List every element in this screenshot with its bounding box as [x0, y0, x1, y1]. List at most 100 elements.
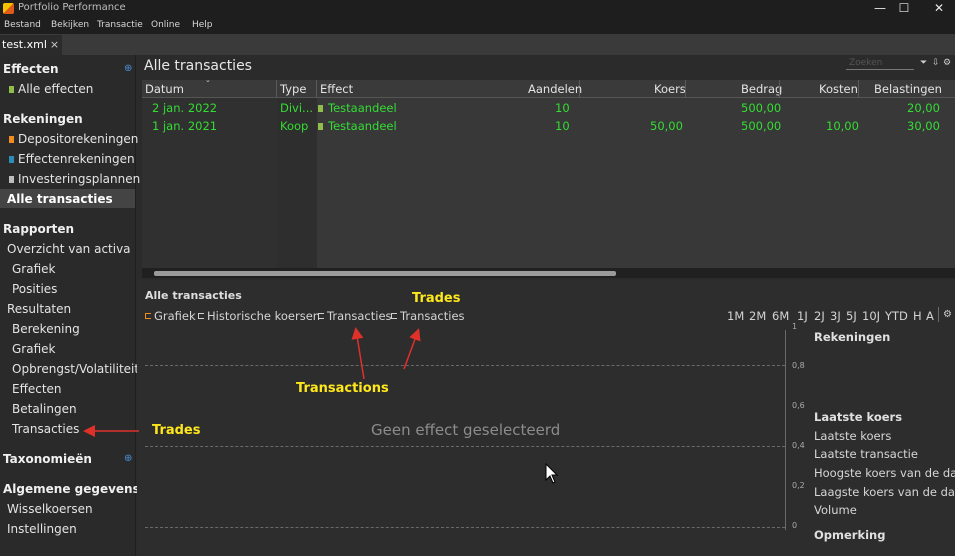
- range-3j[interactable]: 3J: [830, 309, 841, 323]
- column-divider[interactable]: [316, 80, 317, 98]
- cell-aandelen[interactable]: 10: [555, 101, 570, 115]
- menu-help[interactable]: Help: [192, 20, 213, 30]
- deposit-account-icon: [9, 136, 14, 143]
- cell-effect[interactable]: Testaandeel: [318, 101, 397, 115]
- column-divider[interactable]: [685, 80, 686, 98]
- cell-bedrag[interactable]: 500,00: [741, 101, 781, 115]
- chart-gridline: [145, 365, 785, 366]
- column-header-type[interactable]: Type: [280, 82, 306, 96]
- y-tick-label: 0,4: [792, 441, 805, 450]
- column-header-aandelen[interactable]: Aandelen: [528, 82, 582, 96]
- range-10j[interactable]: 10J: [862, 309, 880, 323]
- sidebar-item-overzicht-van-activa[interactable]: Overzicht van activa: [7, 242, 131, 256]
- sidebar-item-resultaten[interactable]: Resultaten: [7, 302, 71, 316]
- sidebar-item-alle-effecten[interactable]: Alle effecten: [9, 82, 93, 96]
- sidebar-item-grafiek-resultaten[interactable]: Grafiek: [12, 342, 55, 356]
- chart-settings-gear-icon[interactable]: ⚙: [943, 309, 952, 320]
- cell-datum[interactable]: 2 jan. 2022: [152, 101, 217, 115]
- range-a[interactable]: A: [926, 309, 934, 323]
- column-header-effect[interactable]: Effect: [320, 82, 353, 96]
- sidebar-item-betalingen[interactable]: Betalingen: [12, 402, 77, 416]
- column-header-bedrag[interactable]: Bedrag: [741, 82, 782, 96]
- sidebar-section-taxonomieen[interactable]: Taxonomieën: [3, 452, 92, 466]
- sidebar-section-rekeningen[interactable]: Rekeningen: [3, 112, 83, 126]
- column-header-kosten[interactable]: Kosten: [819, 82, 858, 96]
- cell-type[interactable]: Koop: [280, 119, 308, 133]
- add-taxonomy-icon[interactable]: ⊕: [124, 453, 132, 464]
- column-divider[interactable]: [276, 80, 277, 98]
- range-1m[interactable]: 1M: [727, 309, 744, 323]
- sidebar-item-instellingen[interactable]: Instellingen: [7, 522, 77, 536]
- annotation-transactions: Transactions: [296, 381, 389, 396]
- range-5j[interactable]: 5J: [846, 309, 857, 323]
- sidebar-item-effectenrekeningen[interactable]: Effectenrekeningen: [9, 152, 135, 166]
- sidebar-item-investeringsplannen[interactable]: Investeringsplannen: [9, 172, 140, 186]
- cell-datum[interactable]: 1 jan. 2021: [152, 119, 217, 133]
- security-icon: [318, 123, 323, 130]
- price-history-icon: [198, 313, 204, 319]
- column-header-datum[interactable]: Datum: [145, 82, 184, 96]
- page-title: Alle transacties: [144, 58, 252, 74]
- sidebar-section-rapporten[interactable]: Rapporten: [3, 222, 74, 236]
- info-laatste-koers-title: Laatste koers: [814, 410, 903, 424]
- menu-online[interactable]: Online: [151, 20, 180, 30]
- range-2m[interactable]: 2M: [749, 309, 766, 323]
- sidebar-item-alle-transacties[interactable]: Alle transacties: [7, 192, 113, 206]
- cell-effect[interactable]: Testaandeel: [318, 119, 397, 133]
- range-6m[interactable]: 6M: [772, 309, 789, 323]
- chart-icon: [145, 313, 151, 319]
- column-divider[interactable]: [779, 80, 780, 98]
- search-input[interactable]: Zoeken: [846, 58, 914, 70]
- menu-bar: [0, 17, 955, 34]
- sidebar-section-effecten[interactable]: Effecten: [3, 62, 59, 76]
- sidebar-item-wisselkoersen[interactable]: Wisselkoersen: [7, 502, 93, 516]
- sort-descending-icon: ⌄: [205, 76, 211, 84]
- cell-belastingen[interactable]: 30,00: [907, 119, 940, 133]
- cell-aandelen[interactable]: 10: [555, 119, 570, 133]
- range-h[interactable]: H: [913, 309, 922, 323]
- securities-account-icon: [9, 156, 14, 163]
- cell-bedrag[interactable]: 500,00: [741, 119, 781, 133]
- sidebar-item-depositorekeningen[interactable]: Depositorekeningen: [9, 132, 138, 146]
- sidebar-item-berekening[interactable]: Berekening: [12, 322, 80, 336]
- sidebar-item-grafiek[interactable]: Grafiek: [12, 262, 55, 276]
- settings-gear-icon[interactable]: ⚙: [943, 58, 951, 68]
- sidebar-item-opbrengst-volatiliteit[interactable]: Opbrengst/Volatiliteit: [12, 362, 139, 376]
- tab-trades[interactable]: Transacties: [391, 309, 465, 323]
- cell-kosten[interactable]: 10,00: [826, 119, 859, 133]
- range-2j[interactable]: 2J: [814, 309, 825, 323]
- tab-historische-koersen[interactable]: Historische koersen: [198, 309, 320, 323]
- window-title: Portfolio Performance: [18, 2, 126, 13]
- range-1j[interactable]: 1J: [797, 309, 808, 323]
- menu-transactie[interactable]: Transactie: [97, 20, 143, 30]
- sidebar-item-effecten[interactable]: Effecten: [12, 382, 62, 396]
- mouse-cursor-icon: [545, 463, 559, 484]
- close-window-button[interactable]: ✕: [925, 0, 953, 17]
- maximize-button[interactable]: ☐: [890, 0, 918, 17]
- annotation-trades-top: Trades: [412, 291, 461, 306]
- cell-koers[interactable]: 50,00: [650, 119, 683, 133]
- column-header-belastingen[interactable]: Belastingen: [874, 82, 942, 96]
- column-divider[interactable]: [858, 80, 859, 98]
- chart-gridline: [145, 527, 785, 528]
- menu-bestand[interactable]: Bestand: [4, 20, 41, 30]
- export-icon[interactable]: ⇩: [932, 58, 940, 68]
- add-effect-icon[interactable]: ⊕: [124, 63, 132, 74]
- investment-plan-icon: [9, 176, 14, 183]
- sidebar-item-transacties[interactable]: Transacties: [12, 422, 79, 436]
- cell-belastingen[interactable]: 20,00: [907, 101, 940, 115]
- sidebar-item-posities[interactable]: Posities: [12, 282, 57, 296]
- column-header-koers[interactable]: Koers: [654, 82, 686, 96]
- file-tab[interactable]: test.xml ×: [0, 35, 63, 55]
- range-ytd[interactable]: YTD: [885, 309, 908, 323]
- sidebar-section-algemene-gegevens[interactable]: Algemene gegevens: [3, 482, 140, 496]
- tab-transacties[interactable]: Transacties: [318, 309, 392, 323]
- app-logo-icon: [3, 3, 14, 14]
- filter-icon[interactable]: ⏷: [920, 58, 927, 68]
- cell-type[interactable]: Divi...: [280, 101, 313, 115]
- menu-bekijken[interactable]: Bekijken: [51, 20, 89, 30]
- info-rekeningen-title: Rekeningen: [814, 330, 891, 344]
- close-tab-icon[interactable]: ×: [50, 38, 59, 51]
- tab-grafiek[interactable]: Grafiek: [145, 309, 196, 323]
- scrollbar-thumb[interactable]: [154, 271, 616, 276]
